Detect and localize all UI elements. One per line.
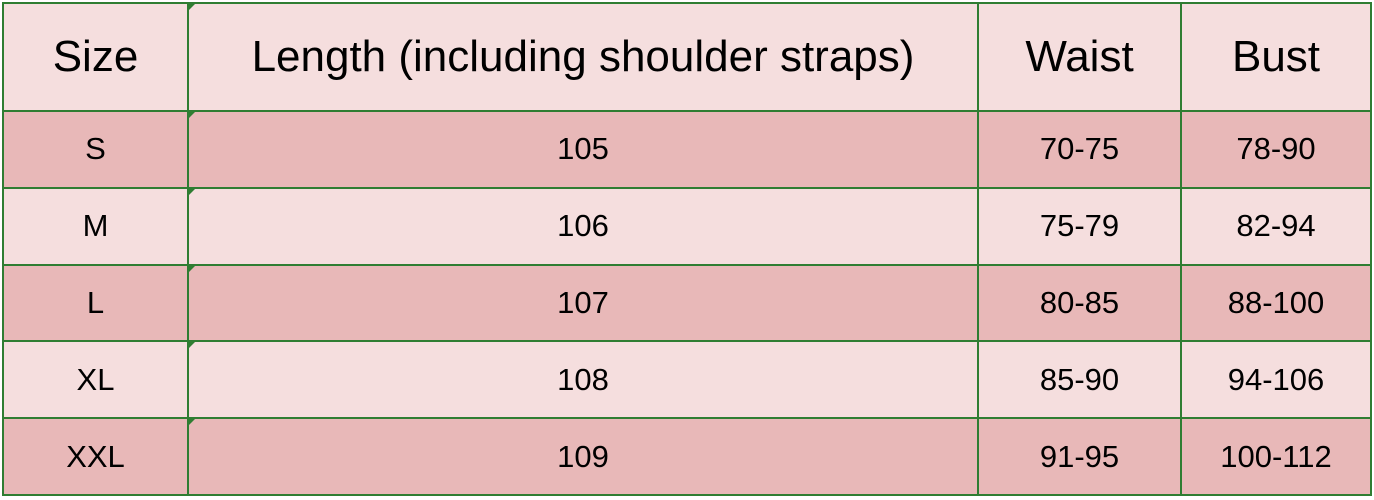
- cell-size: S: [2, 110, 189, 189]
- table-header-row: Size Length (including shoulder straps) …: [2, 1, 1372, 113]
- table-row: S 105 70-75 78-90: [2, 110, 1372, 189]
- cell-length: 105: [187, 110, 979, 189]
- cell-length: 107: [187, 263, 979, 343]
- cell-length: 108: [187, 340, 979, 420]
- header-size: Size: [2, 1, 189, 113]
- header-waist: Waist: [977, 1, 1182, 113]
- cell-bust: 100-112: [1180, 417, 1372, 496]
- table-row: L 107 80-85 88-100: [2, 263, 1372, 343]
- table-row: XL 108 85-90 94-106: [2, 340, 1372, 420]
- size-chart-table: Size Length (including shoulder straps) …: [2, 1, 1372, 496]
- header-bust: Bust: [1180, 1, 1372, 113]
- cell-waist: 85-90: [977, 340, 1182, 420]
- cell-size: L: [2, 263, 189, 343]
- cell-bust: 94-106: [1180, 340, 1372, 420]
- cell-bust: 82-94: [1180, 186, 1372, 266]
- cell-length: 109: [187, 417, 979, 496]
- table-row: XXL 109 91-95 100-112: [2, 417, 1372, 496]
- cell-length: 106: [187, 186, 979, 266]
- cell-bust: 78-90: [1180, 110, 1372, 189]
- cell-bust: 88-100: [1180, 263, 1372, 343]
- table-row: M 106 75-79 82-94: [2, 186, 1372, 266]
- cell-waist: 70-75: [977, 110, 1182, 189]
- cell-size: XL: [2, 340, 189, 420]
- cell-waist: 80-85: [977, 263, 1182, 343]
- cell-size: XXL: [2, 417, 189, 496]
- cell-waist: 75-79: [977, 186, 1182, 266]
- header-length: Length (including shoulder straps): [187, 1, 979, 113]
- cell-size: M: [2, 186, 189, 266]
- cell-waist: 91-95: [977, 417, 1182, 496]
